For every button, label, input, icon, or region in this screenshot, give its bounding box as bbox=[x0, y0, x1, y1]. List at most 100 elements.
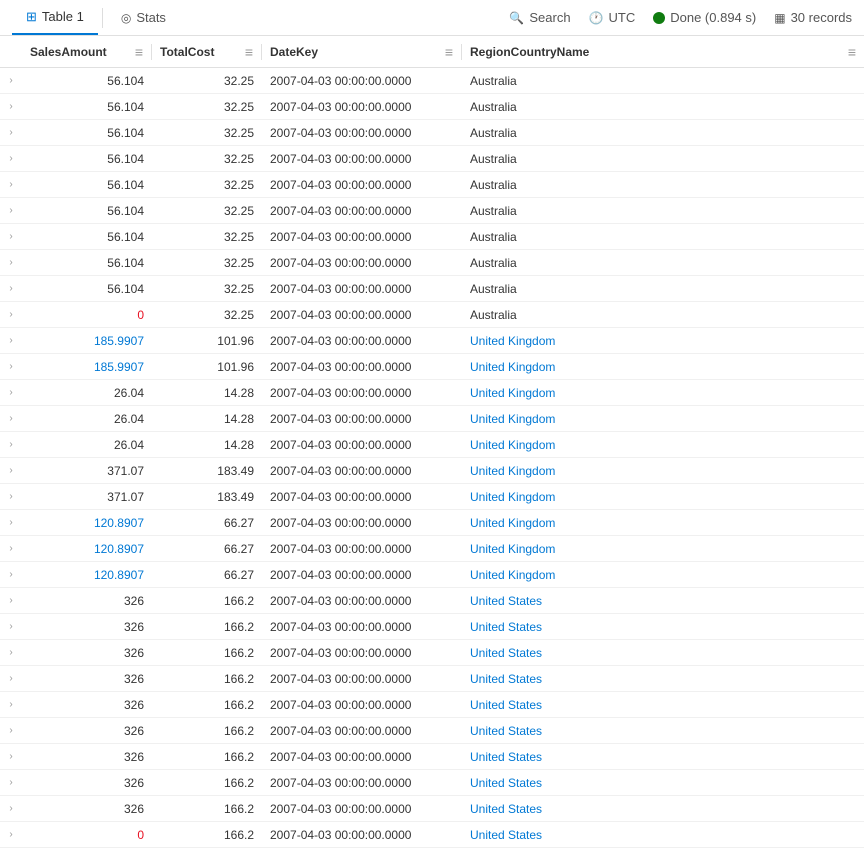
cell-totalcost-5: 32.25 bbox=[152, 204, 262, 218]
table-row[interactable]: › 56.104 32.25 2007-04-03 00:00:00.0000 … bbox=[0, 68, 864, 94]
cell-sales-16: 371.07 bbox=[22, 490, 152, 504]
table-row[interactable]: › 56.104 32.25 2007-04-03 00:00:00.0000 … bbox=[0, 172, 864, 198]
table-row[interactable]: › 326 166.2 2007-04-03 00:00:00.0000 Uni… bbox=[0, 640, 864, 666]
region-filter-icon[interactable] bbox=[848, 44, 856, 60]
table-row[interactable]: › 326 166.2 2007-04-03 00:00:00.0000 Uni… bbox=[0, 770, 864, 796]
table-row[interactable]: › 120.8907 66.27 2007-04-03 00:00:00.000… bbox=[0, 510, 864, 536]
row-expander-13[interactable]: › bbox=[0, 413, 22, 424]
row-expander-29[interactable]: › bbox=[0, 829, 22, 840]
cell-datekey-14: 2007-04-03 00:00:00.0000 bbox=[262, 438, 462, 452]
col-region-label: RegionCountryName bbox=[470, 45, 589, 59]
row-expander-28[interactable]: › bbox=[0, 803, 22, 814]
table-row[interactable]: › 56.104 32.25 2007-04-03 00:00:00.0000 … bbox=[0, 120, 864, 146]
sales-filter-icon[interactable] bbox=[135, 44, 143, 60]
table-row[interactable]: › 56.104 32.25 2007-04-03 00:00:00.0000 … bbox=[0, 94, 864, 120]
cell-datekey-22: 2007-04-03 00:00:00.0000 bbox=[262, 646, 462, 660]
cell-sales-19: 120.8907 bbox=[22, 568, 152, 582]
table-row[interactable]: › 326 166.2 2007-04-03 00:00:00.0000 Uni… bbox=[0, 614, 864, 640]
row-expander-19[interactable]: › bbox=[0, 569, 22, 580]
cell-datekey-15: 2007-04-03 00:00:00.0000 bbox=[262, 464, 462, 478]
chevron-icon: › bbox=[9, 621, 12, 632]
tab-divider bbox=[102, 8, 103, 28]
search-button[interactable]: Search bbox=[509, 10, 570, 25]
table-row[interactable]: › 56.104 32.25 2007-04-03 00:00:00.0000 … bbox=[0, 146, 864, 172]
table-row[interactable]: › 371.07 183.49 2007-04-03 00:00:00.0000… bbox=[0, 458, 864, 484]
row-expander-12[interactable]: › bbox=[0, 387, 22, 398]
row-expander-20[interactable]: › bbox=[0, 595, 22, 606]
table-row[interactable]: › 26.04 14.28 2007-04-03 00:00:00.0000 U… bbox=[0, 406, 864, 432]
table-row[interactable]: › 0 32.25 2007-04-03 00:00:00.0000 Austr… bbox=[0, 302, 864, 328]
table-row[interactable]: › 326 166.2 2007-04-03 00:00:00.0000 Uni… bbox=[0, 692, 864, 718]
col-sales-header[interactable]: SalesAmount bbox=[22, 44, 152, 60]
table-row[interactable]: › 185.9907 101.96 2007-04-03 00:00:00.00… bbox=[0, 354, 864, 380]
cell-datekey-21: 2007-04-03 00:00:00.0000 bbox=[262, 620, 462, 634]
row-expander-17[interactable]: › bbox=[0, 517, 22, 528]
row-expander-25[interactable]: › bbox=[0, 725, 22, 736]
stats-icon bbox=[121, 10, 131, 25]
cell-sales-7: 56.104 bbox=[22, 256, 152, 270]
row-expander-8[interactable]: › bbox=[0, 283, 22, 294]
table-row[interactable]: › 371.07 183.49 2007-04-03 00:00:00.0000… bbox=[0, 484, 864, 510]
table-row[interactable]: › 326 166.2 2007-04-03 00:00:00.0000 Uni… bbox=[0, 796, 864, 822]
table-row[interactable]: › 56.104 32.25 2007-04-03 00:00:00.0000 … bbox=[0, 250, 864, 276]
cell-totalcost-15: 183.49 bbox=[152, 464, 262, 478]
table-row[interactable]: › 26.04 14.28 2007-04-03 00:00:00.0000 U… bbox=[0, 380, 864, 406]
row-expander-0[interactable]: › bbox=[0, 75, 22, 86]
row-expander-2[interactable]: › bbox=[0, 127, 22, 138]
cell-sales-20: 326 bbox=[22, 594, 152, 608]
row-expander-9[interactable]: › bbox=[0, 309, 22, 320]
row-expander-24[interactable]: › bbox=[0, 699, 22, 710]
row-expander-26[interactable]: › bbox=[0, 751, 22, 762]
row-expander-23[interactable]: › bbox=[0, 673, 22, 684]
row-expander-11[interactable]: › bbox=[0, 361, 22, 372]
table-row[interactable]: › 120.8907 66.27 2007-04-03 00:00:00.000… bbox=[0, 562, 864, 588]
table-row[interactable]: › 0 166.2 2007-04-03 00:00:00.0000 Unite… bbox=[0, 822, 864, 848]
table-row[interactable]: › 185.9907 101.96 2007-04-03 00:00:00.00… bbox=[0, 328, 864, 354]
chevron-icon: › bbox=[9, 75, 12, 86]
datekey-filter-icon[interactable] bbox=[445, 44, 453, 60]
chevron-icon: › bbox=[9, 231, 12, 242]
table-row[interactable]: › 120.8907 66.27 2007-04-03 00:00:00.000… bbox=[0, 536, 864, 562]
cell-datekey-10: 2007-04-03 00:00:00.0000 bbox=[262, 334, 462, 348]
cell-region-10: United Kingdom bbox=[462, 334, 864, 348]
table-row[interactable]: › 326 166.2 2007-04-03 00:00:00.0000 Uni… bbox=[0, 744, 864, 770]
row-expander-3[interactable]: › bbox=[0, 153, 22, 164]
table-row[interactable]: › 56.104 32.25 2007-04-03 00:00:00.0000 … bbox=[0, 224, 864, 250]
table-row[interactable]: › 56.104 32.25 2007-04-03 00:00:00.0000 … bbox=[0, 276, 864, 302]
row-expander-14[interactable]: › bbox=[0, 439, 22, 450]
table-row[interactable]: › 326 166.2 2007-04-03 00:00:00.0000 Uni… bbox=[0, 718, 864, 744]
row-expander-5[interactable]: › bbox=[0, 205, 22, 216]
chevron-icon: › bbox=[9, 335, 12, 346]
table-row[interactable]: › 326 166.2 2007-04-03 00:00:00.0000 Uni… bbox=[0, 588, 864, 614]
row-expander-1[interactable]: › bbox=[0, 101, 22, 112]
cell-datekey-26: 2007-04-03 00:00:00.0000 bbox=[262, 750, 462, 764]
cell-totalcost-16: 183.49 bbox=[152, 490, 262, 504]
row-expander-27[interactable]: › bbox=[0, 777, 22, 788]
row-expander-7[interactable]: › bbox=[0, 257, 22, 268]
row-expander-22[interactable]: › bbox=[0, 647, 22, 658]
utc-label: UTC bbox=[609, 10, 636, 25]
row-expander-21[interactable]: › bbox=[0, 621, 22, 632]
row-expander-15[interactable]: › bbox=[0, 465, 22, 476]
table-row[interactable]: › 56.104 32.25 2007-04-03 00:00:00.0000 … bbox=[0, 198, 864, 224]
row-expander-10[interactable]: › bbox=[0, 335, 22, 346]
table-row[interactable]: › 26.04 14.28 2007-04-03 00:00:00.0000 U… bbox=[0, 432, 864, 458]
tab-table[interactable]: Table 1 bbox=[12, 0, 98, 35]
cell-region-15: United Kingdom bbox=[462, 464, 864, 478]
col-datekey-header[interactable]: DateKey bbox=[262, 44, 462, 60]
tab-stats[interactable]: Stats bbox=[107, 0, 180, 35]
row-expander-4[interactable]: › bbox=[0, 179, 22, 190]
table-row[interactable]: › 326 166.2 2007-04-03 00:00:00.0000 Uni… bbox=[0, 666, 864, 692]
chevron-icon: › bbox=[9, 491, 12, 502]
col-region-header[interactable]: RegionCountryName bbox=[462, 44, 864, 60]
col-totalcost-header[interactable]: TotalCost bbox=[152, 44, 262, 60]
chevron-icon: › bbox=[9, 595, 12, 606]
cell-region-21: United States bbox=[462, 620, 864, 634]
totalcost-filter-icon[interactable] bbox=[245, 44, 253, 60]
cell-datekey-28: 2007-04-03 00:00:00.0000 bbox=[262, 802, 462, 816]
cell-sales-15: 371.07 bbox=[22, 464, 152, 478]
row-expander-18[interactable]: › bbox=[0, 543, 22, 554]
row-expander-6[interactable]: › bbox=[0, 231, 22, 242]
row-expander-16[interactable]: › bbox=[0, 491, 22, 502]
cell-totalcost-1: 32.25 bbox=[152, 100, 262, 114]
